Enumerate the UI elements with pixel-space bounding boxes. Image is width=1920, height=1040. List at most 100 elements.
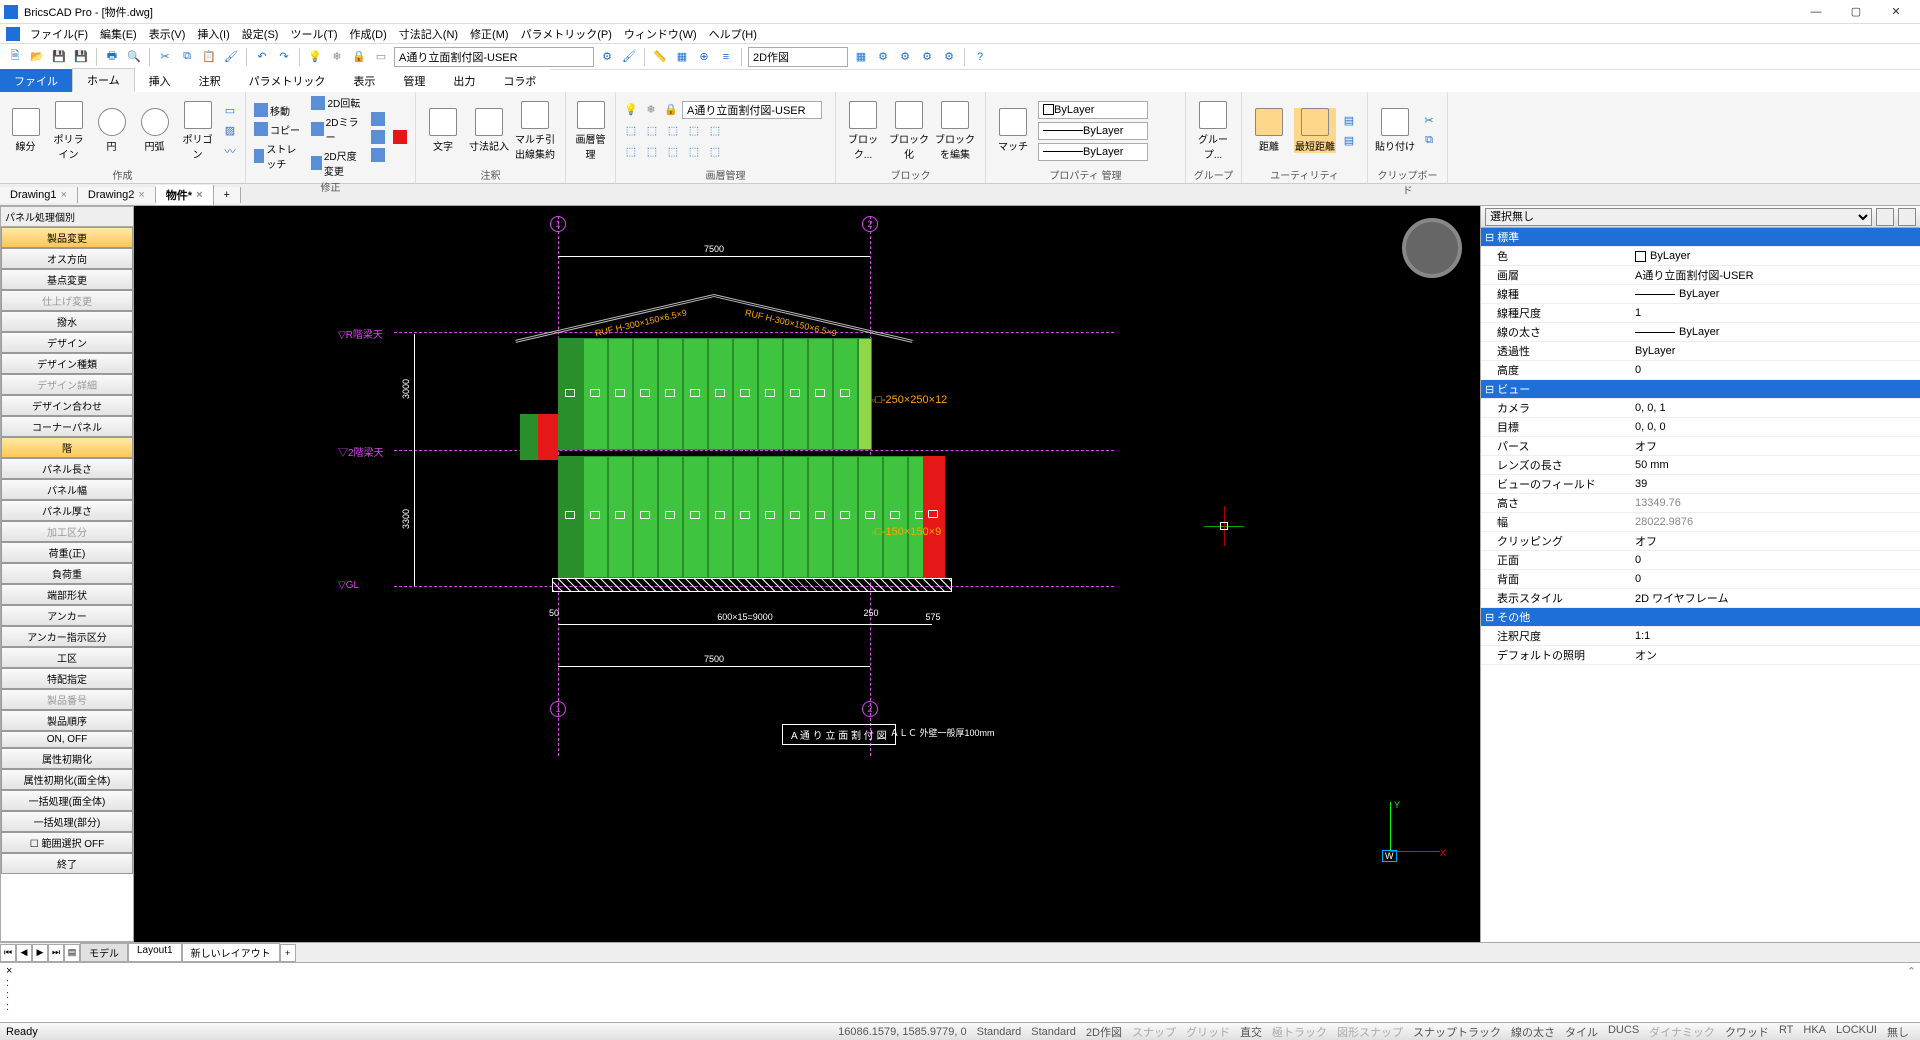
- panel[interactable]: [808, 338, 833, 450]
- side-button[interactable]: ON, OFF: [1, 731, 133, 748]
- minimize-button[interactable]: ―: [1796, 1, 1836, 23]
- freeze2-icon[interactable]: ❄: [642, 101, 660, 119]
- ribbon-tab[interactable]: コラボ: [489, 69, 550, 92]
- prop-row[interactable]: 線の太さ ByLayer: [1481, 323, 1920, 342]
- panel[interactable]: [583, 338, 608, 450]
- list-icon[interactable]: ≡: [717, 48, 735, 66]
- panel[interactable]: [520, 414, 538, 460]
- layout-prev[interactable]: ◀: [16, 944, 32, 962]
- status-toggle[interactable]: 直交: [1235, 1024, 1267, 1040]
- freeze-icon[interactable]: ❄: [328, 48, 346, 66]
- doc-tab[interactable]: Drawing1×: [0, 187, 78, 203]
- lt1-icon[interactable]: ⬚: [622, 122, 640, 140]
- side-button[interactable]: パネル厚さ: [1, 500, 133, 521]
- side-button[interactable]: パネル幅: [1, 479, 133, 500]
- doc-tab[interactable]: 物件*×: [156, 185, 214, 205]
- modify-button[interactable]: 2Dミラー: [309, 113, 365, 145]
- lt10-icon[interactable]: ⬚: [706, 143, 724, 161]
- lt8-icon[interactable]: ⬚: [664, 143, 682, 161]
- space-combo[interactable]: 2D作図: [748, 47, 848, 67]
- menu-item[interactable]: パラメトリック(P): [515, 26, 618, 42]
- view-compass[interactable]: [1402, 218, 1462, 278]
- menu-item[interactable]: ファイル(F): [24, 26, 94, 42]
- side-button[interactable]: 基点変更: [1, 269, 133, 290]
- measure-icon[interactable]: 📏: [651, 48, 669, 66]
- block-button[interactable]: ブロック...: [842, 101, 884, 161]
- lt2-icon[interactable]: ⬚: [643, 122, 661, 140]
- panel[interactable]: [808, 456, 833, 578]
- prop-row[interactable]: 線種 ByLayer: [1481, 285, 1920, 304]
- panel[interactable]: [783, 456, 808, 578]
- panel[interactable]: [683, 456, 708, 578]
- side-button[interactable]: 終了: [1, 853, 133, 874]
- ribbon-tab[interactable]: 表示: [339, 69, 389, 92]
- status-toggle[interactable]: 図形スナップ: [1332, 1024, 1408, 1040]
- block-button[interactable]: ブロック化: [888, 101, 930, 161]
- status-toggle[interactable]: DUCS: [1603, 1024, 1644, 1040]
- layer-tool-icon[interactable]: ⚙: [598, 48, 616, 66]
- panel[interactable]: [923, 456, 945, 578]
- status-toggle[interactable]: RT: [1774, 1024, 1798, 1040]
- bulb-icon[interactable]: 💡: [306, 48, 324, 66]
- grid-icon[interactable]: ▦: [852, 48, 870, 66]
- prop-row[interactable]: 色ByLayer: [1481, 247, 1920, 266]
- annot-button[interactable]: マルチ引出線集約: [514, 101, 556, 161]
- menu-item[interactable]: ツール(T): [284, 26, 343, 42]
- side-button[interactable]: パネル長さ: [1, 458, 133, 479]
- mindist-button[interactable]: 最短距離: [1294, 108, 1336, 153]
- lock2-icon[interactable]: 🔒: [662, 101, 680, 119]
- status-toggle[interactable]: タイル: [1560, 1024, 1603, 1040]
- side-button[interactable]: デザイン合わせ: [1, 395, 133, 416]
- undo-icon[interactable]: ↶: [253, 48, 271, 66]
- panel[interactable]: [833, 338, 858, 450]
- ribbon-tab[interactable]: 注釈: [185, 69, 235, 92]
- block-button[interactable]: ブロックを編集: [934, 101, 976, 161]
- side-button[interactable]: 属性初期化: [1, 748, 133, 769]
- side-button[interactable]: 加工区分: [1, 521, 133, 542]
- new-icon[interactable]: 🗎: [6, 48, 24, 66]
- lock-icon[interactable]: 🔒: [350, 48, 368, 66]
- menu-item[interactable]: 修正(M): [464, 26, 515, 42]
- panel[interactable]: [608, 456, 633, 578]
- status-toggle[interactable]: ダイナミック: [1644, 1024, 1720, 1040]
- layer-combo[interactable]: A通り立面割付図-USER: [394, 47, 594, 67]
- util2-icon[interactable]: ▤: [1340, 132, 1358, 150]
- drawing-canvas[interactable]: YXW 1 2 1 2 ▽R階梁天 ▽2階梁天 ▽GL 7500 7500 60…: [134, 206, 1480, 942]
- panel[interactable]: [783, 338, 808, 450]
- side-button[interactable]: 一括処理(面全体): [1, 790, 133, 811]
- erase-button[interactable]: [391, 129, 409, 145]
- panel[interactable]: [683, 338, 708, 450]
- prop-row[interactable]: 背面0: [1481, 570, 1920, 589]
- copy2-icon[interactable]: ⧉: [1420, 132, 1438, 150]
- modify-button[interactable]: 移動: [252, 102, 305, 119]
- panel[interactable]: [708, 456, 733, 578]
- prop-row[interactable]: 高さ13349.76: [1481, 494, 1920, 513]
- status-mode[interactable]: 2D作図: [1081, 1024, 1127, 1040]
- opt3-icon[interactable]: ⚙: [918, 48, 936, 66]
- area-icon[interactable]: ▦: [673, 48, 691, 66]
- modify-button[interactable]: 2D尺度変更: [309, 147, 365, 179]
- ribbon-tab[interactable]: 出力: [439, 69, 489, 92]
- status-toggle[interactable]: 線の太さ: [1506, 1024, 1560, 1040]
- paste-icon[interactable]: 📋: [200, 48, 218, 66]
- ribbon-tab[interactable]: 管理: [389, 69, 439, 92]
- status-toggle[interactable]: HKA: [1798, 1024, 1831, 1040]
- status-std2[interactable]: Standard: [1026, 1026, 1081, 1038]
- prop-row[interactable]: 画層A通り立面割付図-USER: [1481, 266, 1920, 285]
- doc-tab-add[interactable]: +: [214, 187, 241, 203]
- side-button[interactable]: 特配指定: [1, 668, 133, 689]
- saveall-icon[interactable]: 💾: [72, 48, 90, 66]
- layer-combo-ribbon[interactable]: A通り立面割付図-USER: [682, 101, 822, 119]
- filter-icon[interactable]: [1876, 208, 1894, 226]
- prop-row[interactable]: パースオフ: [1481, 437, 1920, 456]
- opt4-icon[interactable]: ⚙: [940, 48, 958, 66]
- layout-add[interactable]: +: [280, 944, 296, 962]
- side-button[interactable]: 属性初期化(面全体): [1, 769, 133, 790]
- prop-row[interactable]: 高度0: [1481, 361, 1920, 380]
- menu-item[interactable]: ウィンドウ(W): [618, 26, 703, 42]
- panel[interactable]: [708, 338, 733, 450]
- side-button[interactable]: 工区: [1, 647, 133, 668]
- annot-button[interactable]: 寸法記入: [468, 108, 510, 153]
- cut2-icon[interactable]: ✂: [1420, 112, 1438, 130]
- cut-icon[interactable]: ✂: [156, 48, 174, 66]
